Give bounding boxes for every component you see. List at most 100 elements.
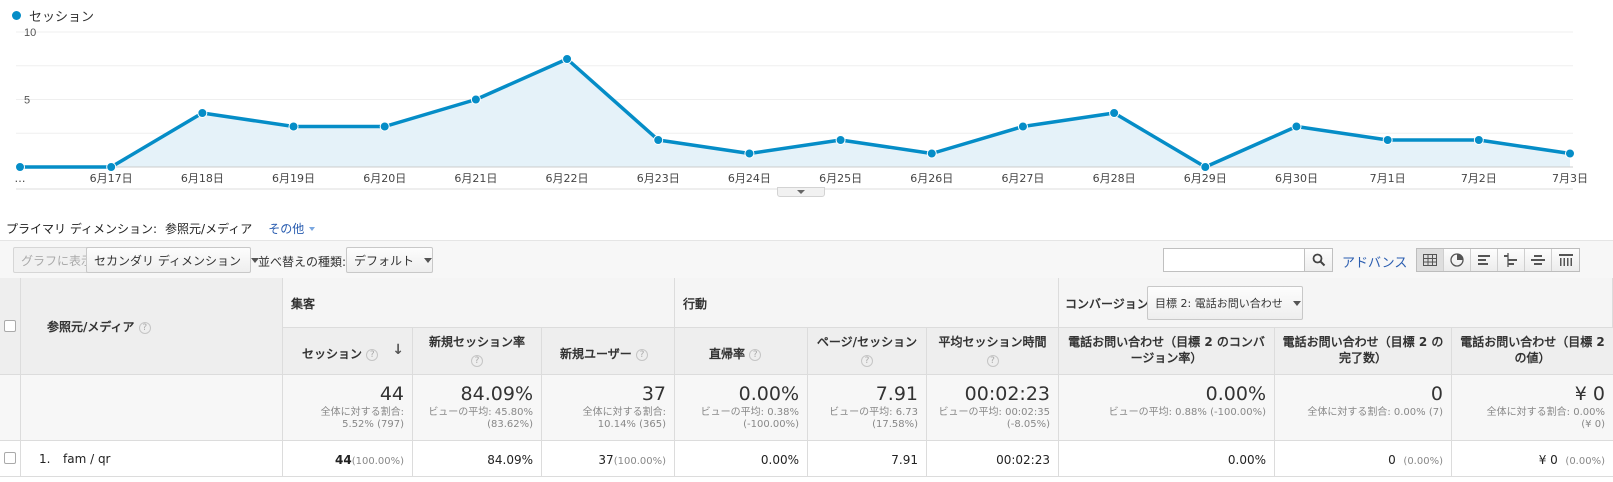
col-new-users-header[interactable]: 新規ユーザー ?	[542, 328, 675, 375]
help-icon[interactable]: ?	[861, 354, 873, 367]
x-tick-label-1: 6月17日	[90, 172, 133, 185]
row-goal-completions-value: 0	[1388, 453, 1396, 467]
total-pages-per-session-cell: 7.91 ビューの平均: 6.73 (17.58%)	[808, 375, 927, 441]
sort-type-dropdown[interactable]: デフォルト	[346, 247, 433, 273]
chart-collapse-handle[interactable]	[777, 187, 825, 197]
total-avg-duration-sub1: ビューの平均: 00:02:35	[938, 407, 1050, 418]
bar-chart-icon	[1478, 255, 1490, 265]
view-comparison-button[interactable]	[1498, 249, 1525, 271]
total-sessions-sub: 全体に対する割合: 5.52% (797)	[321, 407, 404, 431]
help-icon[interactable]: ?	[986, 354, 999, 367]
total-goal-value-sub1: 全体に対する割合: 0.00%	[1486, 407, 1605, 418]
row-new-session-rate: 84.09%	[487, 453, 533, 467]
other-dimension-link[interactable]: その他	[268, 220, 316, 237]
total-new-users-sub: 全体に対する割合: 10.14% (365)	[583, 407, 666, 431]
data-point-2	[197, 108, 208, 118]
total-goal-value: ¥ 0	[1574, 383, 1605, 405]
x-tick-label-11: 6月27日	[1001, 172, 1044, 185]
x-tick-label-12: 6月28日	[1093, 172, 1136, 185]
total-pages-per-session-sub2: (17.58%)	[872, 419, 918, 430]
total-pages-per-session-sub1: ビューの平均: 6.73	[829, 407, 918, 418]
row-new-users-pct: (100.00%)	[613, 456, 666, 467]
col-sessions-text: セッション	[302, 347, 363, 361]
col-avg-duration-text: 平均セッション時間	[938, 335, 1047, 349]
view-table-button[interactable]	[1417, 249, 1444, 271]
row-goal-completions: 0 (0.00%)	[1388, 453, 1443, 467]
grid-icon	[1423, 254, 1437, 266]
dimension-header[interactable]: 参照元/メディア ?	[21, 278, 283, 375]
total-sessions-cell: 44 全体に対する割合: 5.52% (797)	[283, 375, 413, 441]
data-point-4	[379, 121, 390, 132]
col-goal-value-header[interactable]: 電話お問い合わせ（目標 2 の値）	[1452, 328, 1613, 375]
col-goal-conv-rate-header[interactable]: 電話お問い合わせ（目標 2 のコンバージョン率）	[1059, 328, 1275, 375]
comparison-icon	[1504, 253, 1517, 267]
search-button[interactable]	[1305, 248, 1333, 272]
row-new-session-rate-cell: 84.09%	[413, 441, 542, 477]
total-sessions-sub1: 全体に対する割合:	[320, 407, 404, 418]
row-check-cell	[0, 441, 21, 477]
total-goal-conv-rate-cell: 0.00% ビューの平均: 0.88% (-100.00%)	[1059, 375, 1275, 441]
row-bounce-rate: 0.00%	[760, 453, 799, 467]
total-goal-value-cell: ¥ 0 全体に対する割合: 0.00% (¥ 0)	[1452, 375, 1613, 441]
data-point-10	[926, 148, 937, 159]
total-sessions-sub2: 5.52% (797)	[342, 419, 404, 430]
primary-dimension-label: プライマリ ディメンション:	[6, 222, 158, 236]
sort-type-value: デフォルト	[354, 253, 415, 268]
total-avg-duration-sub2: (-8.05%)	[1006, 419, 1050, 430]
col-pages-per-session-header[interactable]: ページ/セッション ?	[808, 328, 927, 375]
total-goal-conv-rate: 0.00%	[1205, 383, 1266, 405]
row-goal-completions-cell: 0 (0.00%)	[1275, 441, 1452, 477]
view-term-cloud-button[interactable]	[1525, 249, 1552, 271]
x-tick-label-15: 7月1日	[1370, 172, 1406, 185]
help-icon-wrap: ?	[413, 352, 541, 368]
col-bounce-rate-header[interactable]: 直帰率 ?	[675, 328, 808, 375]
total-bounce-rate: 0.00%	[738, 383, 799, 405]
total-new-session-rate-cell: 84.09% ビューの平均: 45.80% (83.62%)	[413, 375, 542, 441]
x-tick-label-9: 6月25日	[819, 172, 862, 185]
row-goal-conv-rate-cell: 0.00%	[1059, 441, 1275, 477]
col-bounce-rate-text: 直帰率	[709, 347, 746, 361]
table-toolbar: グラフに表示 セカンダリ ディメンション 並べ替えの種類: デフォルト アドバン…	[0, 240, 1613, 278]
search-icon	[1312, 253, 1325, 267]
col-new-session-rate-header[interactable]: 新規セッション率 ?	[413, 328, 542, 375]
group-acquisition-label: 集客	[291, 297, 316, 311]
total-goal-conv-rate-sub: ビューの平均: 0.88% (-100.00%)	[1109, 407, 1266, 419]
advanced-filter-link[interactable]: アドバンス	[1342, 252, 1407, 271]
row-checkbox[interactable]	[4, 452, 16, 464]
view-pie-button[interactable]	[1444, 249, 1471, 271]
total-avg-duration-cell: 00:02:23 ビューの平均: 00:02:35 (-8.05%)	[927, 375, 1059, 441]
help-icon[interactable]: ?	[471, 354, 483, 367]
total-new-users-sub1: 全体に対する割合:	[582, 407, 666, 418]
total-pages-per-session-sub: ビューの平均: 6.73 (17.58%)	[829, 407, 918, 431]
x-tick-label-5: 6月21日	[454, 172, 497, 185]
help-icon[interactable]: ?	[635, 348, 648, 361]
view-performance-button[interactable]	[1471, 249, 1498, 271]
goal-select-dropdown[interactable]: 目標 2: 電話お問い合わせ	[1147, 286, 1303, 320]
col-goal-completions-header[interactable]: 電話お問い合わせ（目標 2 の完了数）	[1275, 328, 1452, 375]
term-cloud-icon	[1531, 255, 1545, 265]
select-all-checkbox[interactable]	[4, 320, 16, 332]
row-sessions-value: 44	[335, 453, 352, 467]
help-icon[interactable]: ?	[138, 321, 151, 334]
total-new-users-cell: 37 全体に対する割合: 10.14% (365)	[542, 375, 675, 441]
row-sessions-pct: (100.00%)	[351, 456, 404, 467]
view-pivot-button[interactable]	[1552, 249, 1579, 271]
data-point-6	[562, 54, 573, 64]
secondary-dimension-dropdown[interactable]: セカンダリ ディメンション	[86, 247, 259, 273]
data-point-14	[1291, 121, 1302, 132]
row-source-medium-link[interactable]: fam / qr	[63, 452, 111, 466]
table-search-input[interactable]	[1163, 248, 1305, 272]
row-bounce-rate-cell: 0.00%	[675, 441, 808, 477]
total-new-session-rate: 84.09%	[460, 383, 533, 405]
x-tick-label-7: 6月23日	[637, 172, 680, 185]
help-icon[interactable]: ?	[749, 348, 762, 361]
col-sessions-header[interactable]: セッション ? ↓	[283, 328, 413, 375]
chart-plot: 10 5 … 6月17日 6月18日 6月19日 6月20日 6月21日 6月22日 6月23日 6…	[15, 27, 1588, 190]
primary-dimension-value[interactable]: 参照元/メディア	[165, 220, 252, 237]
total-goal-completions-sub: 全体に対する割合: 0.00% (7)	[1307, 407, 1443, 419]
row-pages-per-session-cell: 7.91	[808, 441, 927, 477]
select-all-cell	[0, 278, 21, 375]
x-tick-label-4: 6月20日	[363, 172, 406, 185]
col-avg-duration-header[interactable]: 平均セッション時間 ?	[927, 328, 1059, 375]
help-icon[interactable]: ?	[366, 348, 379, 361]
